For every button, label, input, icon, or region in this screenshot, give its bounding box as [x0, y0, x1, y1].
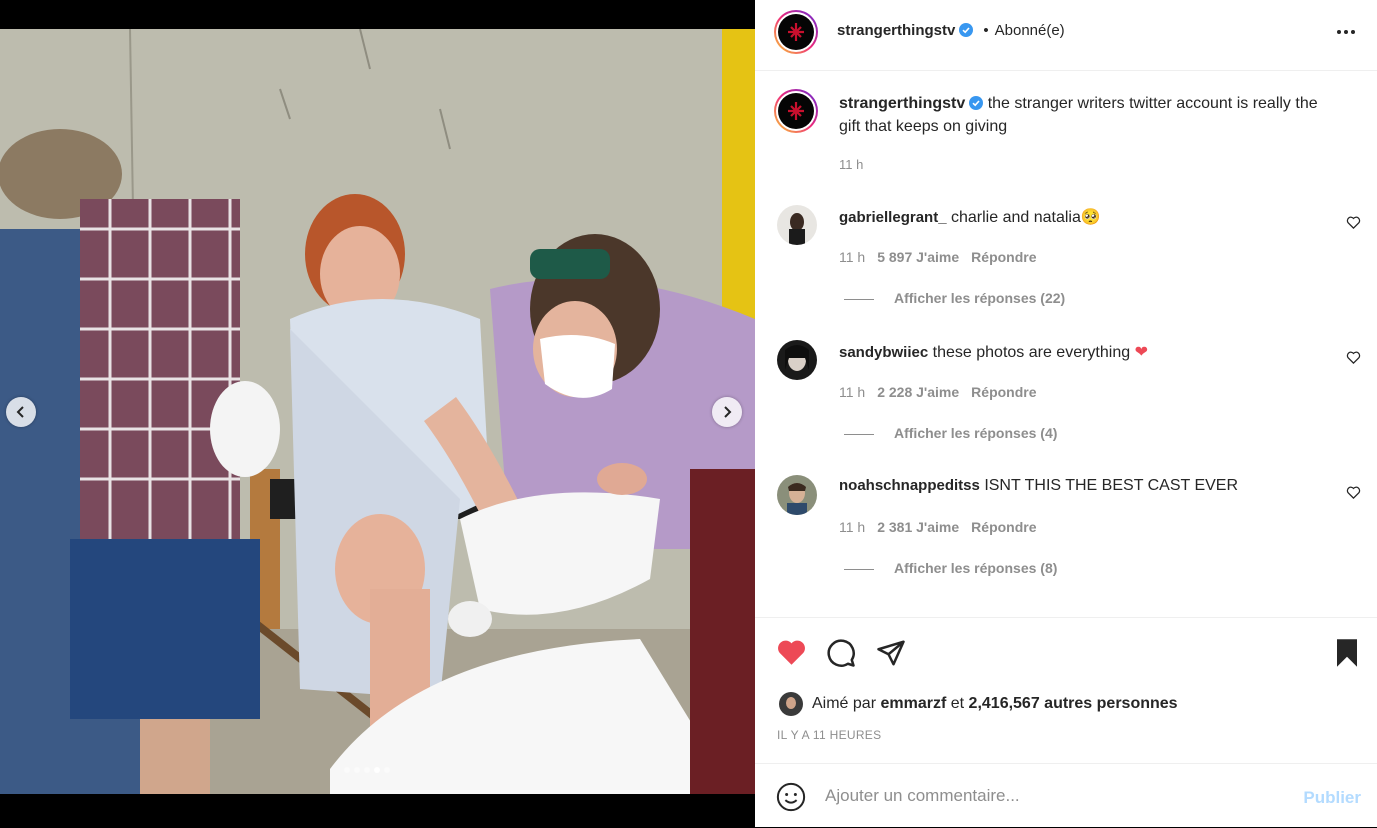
reply-button[interactable]: Répondre [971, 249, 1036, 265]
post-caption: strangerthingstv the stranger writers tw… [839, 92, 1339, 138]
liker-username[interactable]: emmarzf [880, 695, 946, 713]
header-separator: • [983, 22, 989, 39]
commenter-username[interactable]: noahschnappeditss [839, 477, 980, 494]
carousel-dot [374, 767, 380, 773]
comment-likes[interactable]: 2 228 J'aime [877, 384, 959, 400]
comment-text: these photos are everything [932, 344, 1131, 361]
comment-time[interactable]: 11 h [839, 384, 865, 400]
verified-icon [959, 23, 974, 37]
reply-button[interactable]: Répondre [971, 384, 1036, 400]
commenter-avatar[interactable] [777, 205, 817, 245]
publish-button[interactable]: Publier [1303, 788, 1361, 808]
commenter-username[interactable]: gabriellegrant_ [839, 209, 947, 226]
view-replies-label: Afficher les réponses (22) [894, 290, 1066, 306]
view-replies-button[interactable]: Afficher les réponses (8) [844, 560, 1057, 576]
photo-illustration [0, 29, 755, 794]
stranger-things-logo-icon [788, 23, 804, 41]
view-replies-button[interactable]: Afficher les réponses (4) [844, 425, 1057, 441]
carousel-dot [354, 767, 360, 773]
likes-prefix: Aimé par [812, 695, 877, 712]
likes-count[interactable]: 2,416,567 autres personnes [969, 695, 1178, 713]
bookmark-icon [1337, 639, 1357, 667]
header-account-line: strangerthingstv • Abonné(e) [837, 22, 1065, 39]
follow-state[interactable]: Abonné(e) [995, 22, 1065, 39]
like-button[interactable] [776, 638, 807, 671]
caption-avatar[interactable] [774, 89, 818, 133]
view-replies-label: Afficher les réponses (4) [894, 425, 1058, 441]
comment-item: sandybwiiec these photos are everything … [755, 340, 1377, 470]
header-username[interactable]: strangerthingstv [837, 22, 955, 39]
comment-item: gabriellegrant_ charlie and natalia🥺 11 … [755, 205, 1377, 335]
emoji-button[interactable] [776, 782, 806, 817]
comment-likes[interactable]: 5 897 J'aime [877, 249, 959, 265]
caption-username[interactable]: strangerthingstv [839, 95, 965, 112]
commenter-username[interactable]: sandybwiiec [839, 344, 928, 361]
comment-text: ISNT THIS THE BEST CAST EVER [984, 477, 1239, 494]
view-replies-label: Afficher les réponses (8) [894, 560, 1058, 576]
carousel-dot [364, 767, 370, 773]
comment-emoji: ❤ [1134, 344, 1148, 361]
more-options-button[interactable] [1337, 30, 1355, 34]
likes-joiner: et [950, 695, 965, 712]
share-button[interactable] [876, 638, 906, 673]
like-comment-button[interactable] [1346, 350, 1361, 370]
reply-button[interactable]: Répondre [971, 519, 1036, 535]
carousel-dot [384, 767, 390, 773]
bookmark-button[interactable] [1334, 638, 1360, 673]
comment-text: charlie and natalia [951, 209, 1081, 226]
post-photo[interactable] [0, 29, 755, 794]
comment-input[interactable] [825, 782, 1265, 810]
more-icon [1337, 30, 1341, 34]
post-media [0, 0, 755, 827]
post-timestamp[interactable]: IL Y A 11 HEURES [777, 728, 881, 742]
caption-time[interactable]: 11 h [839, 157, 863, 172]
commenter-avatar[interactable] [777, 475, 817, 515]
account-avatar[interactable] [774, 10, 818, 54]
emoji-icon [776, 782, 806, 812]
heart-outline-icon [1346, 486, 1361, 500]
comment-icon [827, 639, 855, 667]
post-sidebar: strangerthingstv • Abonné(e) strangerthing… [755, 0, 1377, 827]
post-header: strangerthingstv • Abonné(e) [755, 0, 1377, 71]
comments-section: strangerthingstv the stranger writers tw… [755, 71, 1377, 616]
next-slide-button[interactable] [712, 397, 742, 427]
carousel-dot [344, 767, 350, 773]
commenter-avatar[interactable] [777, 340, 817, 380]
liker-avatar[interactable] [779, 692, 803, 716]
chevron-right-icon [724, 406, 732, 418]
chevron-left-icon [16, 406, 24, 418]
previous-slide-button[interactable] [6, 397, 36, 427]
stranger-things-logo-icon [788, 102, 804, 120]
add-comment-bar: Publier [755, 763, 1377, 828]
view-replies-button[interactable]: Afficher les réponses (22) [844, 290, 1065, 306]
like-comment-button[interactable] [1346, 485, 1361, 505]
comment-likes[interactable]: 2 381 J'aime [877, 519, 959, 535]
like-comment-button[interactable] [1346, 215, 1361, 235]
comment-time[interactable]: 11 h [839, 249, 865, 265]
verified-icon [969, 96, 984, 110]
heart-filled-icon [778, 640, 805, 665]
post-actions: Aimé par emmarzf et 2,416,567 autres per… [755, 617, 1377, 763]
comment-emoji: 🥺 [1080, 209, 1101, 226]
comment-item: noahschnappeditss ISNT THIS THE BEST CAS… [755, 475, 1377, 605]
share-icon [877, 640, 905, 666]
comment-button[interactable] [826, 638, 856, 673]
carousel-indicator [344, 767, 390, 773]
likes-summary: Aimé par emmarzf et 2,416,567 autres per… [779, 692, 1178, 716]
heart-outline-icon [1346, 216, 1361, 230]
comment-time[interactable]: 11 h [839, 519, 865, 535]
heart-outline-icon [1346, 351, 1361, 365]
